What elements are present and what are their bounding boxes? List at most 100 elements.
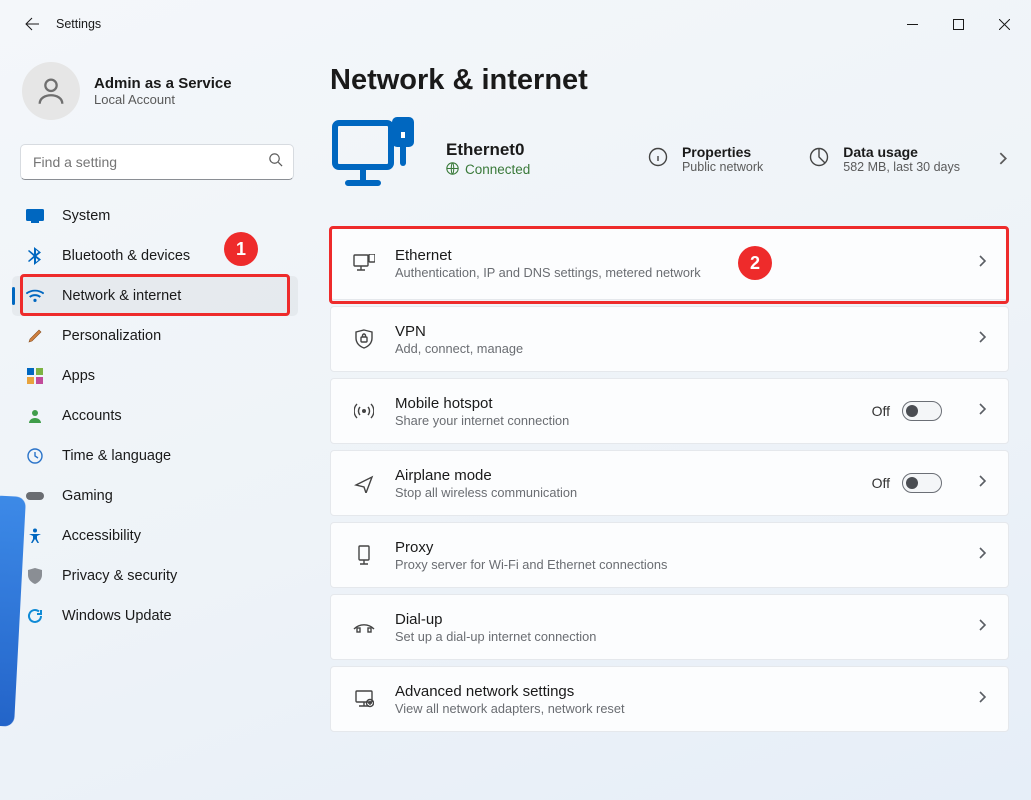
profile-name: Admin as a Service <box>94 75 232 92</box>
proxy-icon <box>353 545 375 565</box>
nav-label: Gaming <box>62 488 113 504</box>
minimize-button[interactable] <box>889 8 935 40</box>
accessibility-icon <box>26 527 44 545</box>
card-proxy[interactable]: Proxy Proxy server for Wi-Fi and Etherne… <box>330 522 1009 588</box>
card-ethernet[interactable]: Ethernet Authentication, IP and DNS sett… <box>330 226 1009 300</box>
back-button[interactable] <box>10 2 54 46</box>
chevron-right-icon[interactable] <box>986 152 1009 165</box>
hotspot-toggle[interactable] <box>902 401 942 421</box>
nav-label: Accessibility <box>62 528 141 544</box>
page-heading: Network & internet <box>330 64 1009 97</box>
maximize-button[interactable] <box>935 8 981 40</box>
nav-label: Network & internet <box>62 288 181 304</box>
card-sub: View all network adapters, network reset <box>395 701 956 716</box>
nav-label: Personalization <box>62 328 161 344</box>
search-icon <box>268 152 283 172</box>
advanced-network-icon <box>353 690 375 708</box>
toggle-label: Off <box>872 475 890 491</box>
window-title: Settings <box>54 17 101 31</box>
shield-lock-icon <box>353 329 375 349</box>
chevron-right-icon <box>976 402 988 420</box>
close-button[interactable] <box>981 8 1027 40</box>
info-icon <box>648 147 670 170</box>
nav-label: Windows Update <box>62 608 172 624</box>
card-hotspot[interactable]: Mobile hotspot Share your internet conne… <box>330 378 1009 444</box>
usage-sub: 582 MB, last 30 days <box>843 160 960 174</box>
chevron-right-icon <box>976 690 988 708</box>
clock-globe-icon <box>26 447 44 465</box>
nav-gaming[interactable]: Gaming <box>12 476 298 516</box>
chevron-right-icon <box>976 474 988 492</box>
nav-label: Time & language <box>62 448 171 464</box>
airplane-icon <box>353 473 375 493</box>
chevron-right-icon <box>976 330 988 348</box>
card-sub: Add, connect, manage <box>395 341 956 356</box>
card-sub: Authentication, IP and DNS settings, met… <box>395 265 956 280</box>
status-row: Ethernet0 Connected Properties Public ne… <box>330 113 1009 204</box>
properties-title: Properties <box>682 144 763 160</box>
ethernet-hero-icon <box>330 113 420 204</box>
data-usage-link[interactable]: Data usage 582 MB, last 30 days <box>809 144 960 174</box>
nav-label: System <box>62 208 110 224</box>
system-icon <box>26 207 44 225</box>
search-box[interactable] <box>20 144 294 180</box>
nav-label: Privacy & security <box>62 568 177 584</box>
card-title: Mobile hotspot <box>395 395 852 412</box>
card-title: Airplane mode <box>395 467 852 484</box>
sidebar: Admin as a Service Local Account System … <box>0 48 310 800</box>
nav-system[interactable]: System <box>12 196 298 236</box>
card-sub: Proxy server for Wi-Fi and Ethernet conn… <box>395 557 956 572</box>
nav-accounts[interactable]: Accounts <box>12 396 298 436</box>
card-title: Advanced network settings <box>395 683 956 700</box>
avatar <box>22 62 80 120</box>
dialup-icon <box>353 620 375 634</box>
search-input[interactable] <box>31 153 268 171</box>
update-icon <box>26 607 44 625</box>
wifi-icon <box>26 287 44 305</box>
globe-icon <box>446 162 459 178</box>
nav-windows-update[interactable]: Windows Update <box>12 596 298 636</box>
card-advanced[interactable]: Advanced network settings View all netwo… <box>330 666 1009 732</box>
card-title: Proxy <box>395 539 956 556</box>
chevron-right-icon <box>976 254 988 272</box>
brush-icon <box>26 327 44 345</box>
title-bar: Settings <box>0 0 1031 48</box>
nav-list: System Bluetooth & devices Network & int… <box>0 194 310 636</box>
hotspot-icon <box>353 402 375 420</box>
properties-link[interactable]: Properties Public network <box>648 144 763 174</box>
nav-time-language[interactable]: Time & language <box>12 436 298 476</box>
card-dialup[interactable]: Dial-up Set up a dial-up internet connec… <box>330 594 1009 660</box>
airplane-toggle[interactable] <box>902 473 942 493</box>
nav-apps[interactable]: Apps <box>12 356 298 396</box>
nav-label: Bluetooth & devices <box>62 248 190 264</box>
card-sub: Set up a dial-up internet connection <box>395 629 956 644</box>
properties-sub: Public network <box>682 160 763 174</box>
chevron-right-icon <box>976 546 988 564</box>
card-title: Ethernet <box>395 247 956 264</box>
connection-state: Connected <box>465 162 530 177</box>
card-sub: Share your internet connection <box>395 413 852 428</box>
shield-icon <box>26 567 44 585</box>
profile-block[interactable]: Admin as a Service Local Account <box>0 56 310 138</box>
annotation-badge-1: 1 <box>224 232 258 266</box>
nav-network[interactable]: Network & internet <box>12 276 298 316</box>
accounts-icon <box>26 407 44 425</box>
card-airplane[interactable]: Airplane mode Stop all wireless communic… <box>330 450 1009 516</box>
annotation-badge-2: 2 <box>738 246 772 280</box>
bluetooth-icon <box>26 247 44 265</box>
card-sub: Stop all wireless communication <box>395 485 852 500</box>
nav-privacy[interactable]: Privacy & security <box>12 556 298 596</box>
nav-label: Apps <box>62 368 95 384</box>
usage-title: Data usage <box>843 144 960 160</box>
profile-sub: Local Account <box>94 92 232 107</box>
ethernet-icon <box>353 254 375 272</box>
card-vpn[interactable]: VPN Add, connect, manage <box>330 306 1009 372</box>
nav-label: Accounts <box>62 408 122 424</box>
nav-personalization[interactable]: Personalization <box>12 316 298 356</box>
apps-icon <box>26 367 44 385</box>
interface-name: Ethernet0 <box>446 140 530 160</box>
pie-icon <box>809 147 831 170</box>
toggle-label: Off <box>872 403 890 419</box>
nav-accessibility[interactable]: Accessibility <box>12 516 298 556</box>
gaming-icon <box>26 487 44 505</box>
